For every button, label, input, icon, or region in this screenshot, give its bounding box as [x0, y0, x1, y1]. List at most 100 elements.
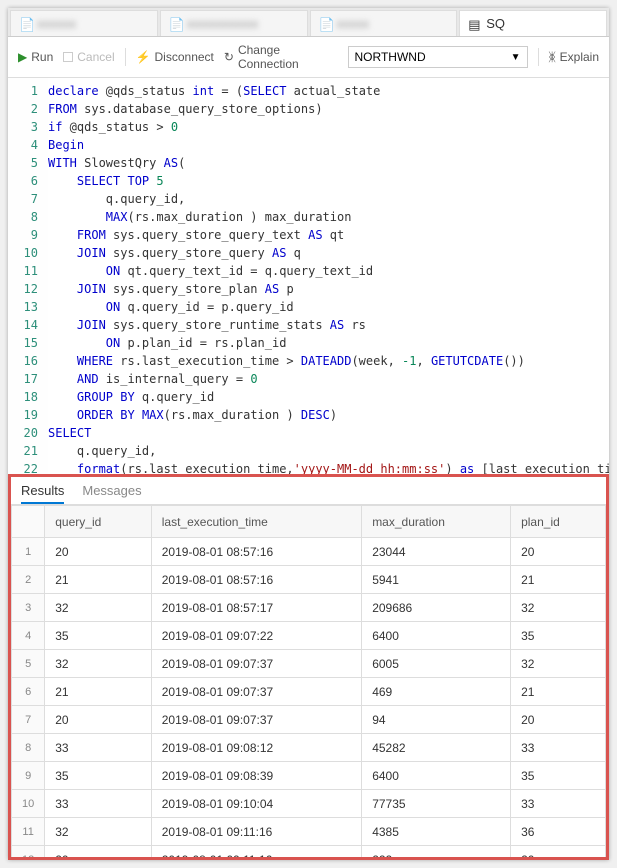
table-cell[interactable]: 20 — [45, 706, 152, 734]
chevron-down-icon: ▼ — [511, 52, 521, 63]
table-cell[interactable]: 5941 — [362, 566, 511, 594]
table-cell[interactable]: 2019-08-01 08:57:16 — [151, 566, 361, 594]
separator — [125, 48, 126, 66]
table-row[interactable]: 6212019-08-01 09:07:3746921 — [12, 678, 606, 706]
table-cell[interactable]: 77735 — [362, 790, 511, 818]
table-cell[interactable]: 2019-08-01 09:07:37 — [151, 678, 361, 706]
connection-dropdown[interactable]: NORTHWND ▼ — [348, 46, 528, 68]
table-cell[interactable]: 2019-08-01 09:11:16 — [151, 818, 361, 846]
table-cell[interactable]: 20 — [511, 706, 606, 734]
table-cell[interactable]: 2019-08-01 09:08:39 — [151, 762, 361, 790]
table-cell[interactable]: 21 — [45, 678, 152, 706]
file-icon: 📄 — [169, 17, 183, 31]
table-cell[interactable]: 35 — [45, 762, 152, 790]
table-row[interactable]: 8332019-08-01 09:08:124528233 — [12, 734, 606, 762]
table-cell[interactable]: 2019-08-01 09:07:37 — [151, 650, 361, 678]
table-cell[interactable]: 2019-08-01 09:08:12 — [151, 734, 361, 762]
results-table: query_idlast_execution_timemax_durationp… — [11, 505, 606, 857]
results-tabstrip: Results Messages — [11, 477, 606, 505]
table-cell[interactable]: 32 — [45, 594, 152, 622]
results-grid[interactable]: query_idlast_execution_timemax_durationp… — [11, 505, 606, 857]
table-cell[interactable]: 20 — [45, 846, 152, 858]
explain-icon: ᛤ — [548, 50, 555, 64]
table-row[interactable]: 9352019-08-01 09:08:39640035 — [12, 762, 606, 790]
run-button[interactable]: ▶ Run — [18, 50, 53, 64]
table-row[interactable]: 1202019-08-01 08:57:162304420 — [12, 538, 606, 566]
column-header[interactable]: max_duration — [362, 506, 511, 538]
table-cell[interactable]: 36 — [511, 818, 606, 846]
table-cell[interactable]: 33 — [45, 734, 152, 762]
table-row[interactable]: 2212019-08-01 08:57:16594121 — [12, 566, 606, 594]
table-cell[interactable]: 32 — [511, 594, 606, 622]
table-row[interactable]: 12202019-08-01 09:11:1622220 — [12, 846, 606, 858]
table-cell[interactable]: 45282 — [362, 734, 511, 762]
separator — [538, 48, 539, 66]
tab-label: SQ — [486, 16, 505, 31]
table-cell[interactable]: 21 — [511, 678, 606, 706]
editor-tab-blurred[interactable]: 📄xxxxxxxxxxx — [160, 10, 308, 36]
table-cell[interactable]: 32 — [511, 650, 606, 678]
cancel-button: Cancel — [63, 50, 114, 64]
file-icon: 📄 — [319, 17, 333, 31]
table-cell[interactable]: 469 — [362, 678, 511, 706]
table-cell[interactable]: 6400 — [362, 622, 511, 650]
table-cell[interactable]: 2019-08-01 08:57:17 — [151, 594, 361, 622]
play-icon: ▶ — [18, 50, 27, 64]
results-panel: Results Messages query_idlast_execution_… — [8, 474, 609, 860]
table-cell[interactable]: 35 — [511, 762, 606, 790]
change-connection-button[interactable]: ↻ Change Connection — [224, 43, 338, 71]
editor-tab-active[interactable]: ▤ SQ — [459, 10, 607, 36]
table-cell[interactable]: 2019-08-01 09:07:22 — [151, 622, 361, 650]
table-cell[interactable]: 33 — [511, 734, 606, 762]
table-cell[interactable]: 35 — [511, 622, 606, 650]
stop-icon — [63, 52, 73, 62]
table-cell[interactable]: 20 — [511, 846, 606, 858]
file-icon: 📄 — [19, 17, 33, 31]
connection-name: NORTHWND — [355, 50, 426, 64]
column-header[interactable]: query_id — [45, 506, 152, 538]
explain-button[interactable]: ᛤ Explain — [548, 50, 599, 64]
table-row[interactable]: 11322019-08-01 09:11:16438536 — [12, 818, 606, 846]
editor-tab-blurred[interactable]: 📄xxxxxx — [10, 10, 158, 36]
table-cell[interactable]: 33 — [45, 790, 152, 818]
tab-strip: 📄xxxxxx 📄xxxxxxxxxxx 📄xxxxx ▤ SQ — [8, 8, 609, 37]
table-cell[interactable]: 20 — [45, 538, 152, 566]
table-cell[interactable]: 2019-08-01 08:57:16 — [151, 538, 361, 566]
table-row[interactable]: 4352019-08-01 09:07:22640035 — [12, 622, 606, 650]
code-area[interactable]: declare @qds_status int = (SELECT actual… — [48, 78, 609, 474]
tab-results[interactable]: Results — [21, 483, 64, 504]
table-cell[interactable]: 6400 — [362, 762, 511, 790]
table-cell[interactable]: 32 — [45, 650, 152, 678]
sql-file-icon: ▤ — [468, 17, 482, 31]
line-gutter: 12345678910111213141516171819202122 — [8, 78, 48, 474]
table-cell[interactable]: 4385 — [362, 818, 511, 846]
table-cell[interactable]: 2019-08-01 09:07:37 — [151, 706, 361, 734]
table-cell[interactable]: 21 — [45, 566, 152, 594]
table-row[interactable]: 10332019-08-01 09:10:047773533 — [12, 790, 606, 818]
query-toolbar: ▶ Run Cancel ⚡ Disconnect ↻ Change Conne… — [8, 37, 609, 78]
editor-tab-blurred[interactable]: 📄xxxxx — [310, 10, 458, 36]
disconnect-icon: ⚡ — [136, 50, 151, 64]
table-cell[interactable]: 2019-08-01 09:10:04 — [151, 790, 361, 818]
table-cell[interactable]: 35 — [45, 622, 152, 650]
disconnect-button[interactable]: ⚡ Disconnect — [136, 50, 214, 64]
table-row[interactable]: 5322019-08-01 09:07:37600532 — [12, 650, 606, 678]
column-header[interactable]: plan_id — [511, 506, 606, 538]
table-cell[interactable]: 94 — [362, 706, 511, 734]
refresh-icon: ↻ — [224, 50, 234, 64]
table-cell[interactable]: 23044 — [362, 538, 511, 566]
table-cell[interactable]: 222 — [362, 846, 511, 858]
app-frame: 📄xxxxxx 📄xxxxxxxxxxx 📄xxxxx ▤ SQ ▶ Run C… — [8, 8, 609, 860]
table-row[interactable]: 7202019-08-01 09:07:379420 — [12, 706, 606, 734]
table-row[interactable]: 3322019-08-01 08:57:1720968632 — [12, 594, 606, 622]
table-cell[interactable]: 33 — [511, 790, 606, 818]
table-cell[interactable]: 209686 — [362, 594, 511, 622]
table-cell[interactable]: 2019-08-01 09:11:16 — [151, 846, 361, 858]
table-cell[interactable]: 21 — [511, 566, 606, 594]
column-header[interactable]: last_execution_time — [151, 506, 361, 538]
table-cell[interactable]: 6005 — [362, 650, 511, 678]
tab-messages[interactable]: Messages — [82, 483, 141, 498]
table-cell[interactable]: 32 — [45, 818, 152, 846]
code-editor[interactable]: 12345678910111213141516171819202122 decl… — [8, 78, 609, 474]
table-cell[interactable]: 20 — [511, 538, 606, 566]
